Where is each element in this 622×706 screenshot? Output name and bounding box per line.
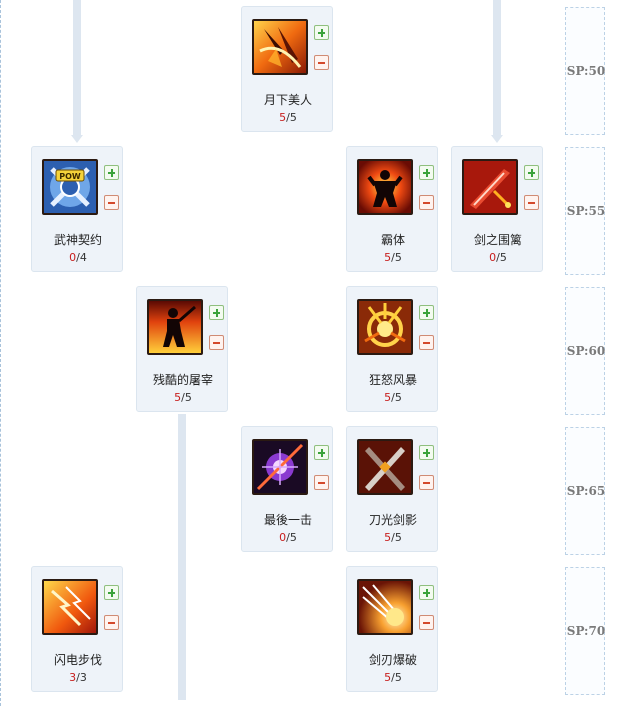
skill-card-blade-light-shadow: 刀光剑影 5/5	[346, 426, 438, 552]
skill-card-raging-storm: 狂怒风暴 5/5	[346, 286, 438, 412]
add-point-button[interactable]	[419, 445, 434, 460]
add-point-button[interactable]	[209, 305, 224, 320]
blade-burst-explosion-icon[interactable]	[357, 579, 413, 635]
tree-left-border	[0, 0, 2, 706]
remove-point-button[interactable]	[419, 475, 434, 490]
sp-tier-70: SP:70	[565, 567, 605, 695]
sp-tier-label: SP:50	[566, 64, 606, 78]
skill-level-max: 5	[184, 391, 192, 404]
flaming-sword-slash-icon[interactable]	[252, 19, 308, 75]
skill-level-max: 4	[79, 251, 87, 264]
sp-tier-50: SP:50	[565, 7, 605, 135]
skill-name: 残酷的屠宰	[152, 373, 213, 387]
svg-text:POW: POW	[59, 172, 81, 181]
skill-level: 0/5	[242, 531, 334, 544]
skill-level: 0/5	[452, 251, 544, 264]
pow-emblem-icon[interactable]: POW	[42, 159, 98, 215]
prereq-connector-martial-god-pact	[71, 0, 83, 143]
skill-card-final-strike: 最後一击 0/5	[241, 426, 333, 552]
skill-name: 剑之围篱	[473, 233, 522, 247]
golden-storm-icon[interactable]	[357, 299, 413, 355]
remove-point-button[interactable]	[419, 615, 434, 630]
crimson-blade-icon[interactable]	[462, 159, 518, 215]
skill-card-moonlight-beauty: 月下美人 5/5	[241, 6, 333, 132]
remove-point-button[interactable]	[104, 195, 119, 210]
add-point-button[interactable]	[524, 165, 539, 180]
skill-level: 5/5	[347, 531, 439, 544]
skill-level-max: 5	[394, 251, 402, 264]
remove-point-button[interactable]	[419, 195, 434, 210]
skill-level-max: 3	[79, 671, 87, 684]
crossed-swords-icon[interactable]	[357, 439, 413, 495]
skill-name: 最後一击	[263, 513, 312, 527]
skill-level: 5/5	[347, 391, 439, 404]
add-point-button[interactable]	[419, 165, 434, 180]
skill-level: 5/5	[137, 391, 229, 404]
skill-card-brutal-slaughter: 残酷的屠宰 5/5	[136, 286, 228, 412]
skill-level: 0/4	[32, 251, 124, 264]
remove-point-button[interactable]	[209, 335, 224, 350]
add-point-button[interactable]	[314, 445, 329, 460]
warrior-silhouette-fire-icon[interactable]	[147, 299, 203, 355]
skill-name: 闪电步伐	[53, 653, 102, 667]
sp-tier-label: SP:70	[566, 624, 606, 638]
skill-name: 霸体	[380, 233, 405, 247]
sp-tier-label: SP:60	[566, 344, 606, 358]
sp-tier-55: SP:55	[565, 147, 605, 275]
skill-card-martial-god-pact: POW 武神契约 0/4	[31, 146, 123, 272]
sp-tier-label: SP:55	[566, 204, 606, 218]
add-point-button[interactable]	[104, 165, 119, 180]
add-point-button[interactable]	[314, 25, 329, 40]
remove-point-button[interactable]	[314, 55, 329, 70]
remove-point-button[interactable]	[314, 475, 329, 490]
skill-card-tyrant-body: 霸体 5/5	[346, 146, 438, 272]
skill-level-max: 5	[394, 671, 402, 684]
lightning-bolts-icon[interactable]	[42, 579, 98, 635]
purple-orb-strike-icon[interactable]	[252, 439, 308, 495]
skill-name: 狂怒风暴	[368, 373, 417, 387]
sp-tier-60: SP:60	[565, 287, 605, 415]
skill-level-max: 5	[289, 531, 297, 544]
add-point-button[interactable]	[104, 585, 119, 600]
skill-name: 月下美人	[263, 93, 312, 107]
skill-name: 武神契约	[53, 233, 102, 247]
remove-point-button[interactable]	[524, 195, 539, 210]
skill-level: 5/5	[242, 111, 334, 124]
skill-level: 3/3	[32, 671, 124, 684]
remove-point-button[interactable]	[104, 615, 119, 630]
add-point-button[interactable]	[419, 585, 434, 600]
skill-card-lightning-step: 闪电步伐 3/3	[31, 566, 123, 692]
skill-level-max: 5	[289, 111, 297, 124]
skill-level: 5/5	[347, 671, 439, 684]
skill-card-blade-burst: 剑刃爆破 5/5	[346, 566, 438, 692]
sp-tier-label: SP:65	[566, 484, 606, 498]
power-pose-silhouette-icon[interactable]	[357, 159, 413, 215]
remove-point-button[interactable]	[419, 335, 434, 350]
skill-level-max: 5	[394, 391, 402, 404]
skill-level: 5/5	[347, 251, 439, 264]
skill-name: 刀光剑影	[368, 513, 417, 527]
skill-card-sword-siege: 剑之围篱 0/5	[451, 146, 543, 272]
prereq-connector-sword-siege	[491, 0, 503, 143]
prereq-connector-brutal-slaughter-down	[178, 414, 186, 700]
sp-tier-65: SP:65	[565, 427, 605, 555]
skill-name: 剑刃爆破	[368, 653, 417, 667]
skill-level-max: 5	[499, 251, 507, 264]
add-point-button[interactable]	[419, 305, 434, 320]
skill-level-max: 5	[394, 531, 402, 544]
